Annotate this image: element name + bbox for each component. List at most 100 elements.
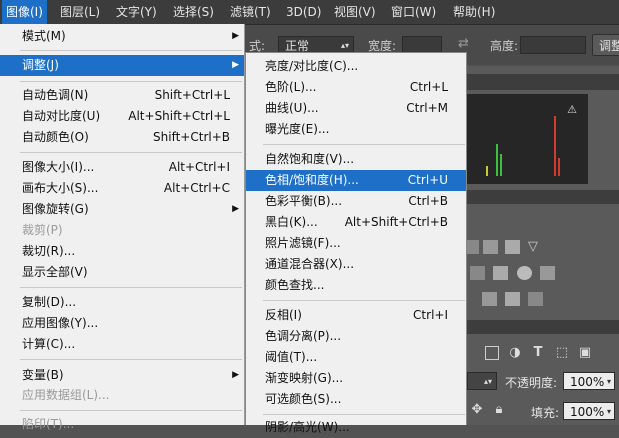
blend-mode-select[interactable]: ▴▾: [467, 372, 497, 390]
menu-item-image-size[interactable]: 图像大小(I)... Alt+Ctrl+I: [0, 157, 244, 178]
submenu-item-hue-saturation[interactable]: 色相/饱和度(H)... Ctrl+U: [246, 170, 466, 191]
menu-item-shortcut: Ctrl+B: [408, 194, 448, 208]
menu-separator: [20, 287, 242, 288]
hue-saturation-icon[interactable]: [470, 266, 485, 280]
exposure-icon[interactable]: [505, 240, 520, 254]
opacity-value: 100%: [570, 375, 605, 389]
menu-item-shortcut: Ctrl+U: [407, 173, 448, 187]
fill-field[interactable]: 100% ▾: [563, 402, 615, 420]
menu-type[interactable]: 文字(Y): [112, 0, 161, 24]
submenu-item-channel-mixer[interactable]: 通道混合器(X)...: [246, 254, 466, 275]
submenu-item-levels[interactable]: 色阶(L)... Ctrl+L: [246, 77, 466, 98]
menu-layer[interactable]: 图层(L): [56, 0, 104, 24]
submenu-item-photo-filter[interactable]: 照片滤镜(F)...: [246, 233, 466, 254]
lock-position-icon[interactable]: ✥: [470, 403, 484, 417]
menu-item-duplicate[interactable]: 复制(D)...: [0, 292, 244, 313]
menu-item-label: 阈值(T)...: [265, 350, 318, 364]
menu-item-label: 阴影/高光(W)...: [265, 420, 350, 434]
submenu-item-gradient-map[interactable]: 渐变映射(G)...: [246, 368, 466, 389]
menu-item-label: 应用数据组(L)...: [22, 388, 110, 402]
submenu-item-posterize[interactable]: 色调分离(P)...: [246, 326, 466, 347]
menu-item-label: 曝光度(E)...: [265, 122, 330, 136]
color-lookup-icon[interactable]: [540, 266, 555, 280]
menu-item-reveal-all[interactable]: 显示全部(V): [0, 262, 244, 283]
menu-item-label: 曲线(U)...: [265, 101, 319, 115]
lock-all-icon[interactable]: 🔒︎: [492, 403, 506, 417]
warning-icon[interactable]: ⚠: [566, 104, 578, 116]
menu-item-label: 黑白(K)...: [265, 215, 318, 229]
menu-item-label: 可选颜色(S)...: [265, 392, 342, 406]
menu-item-shortcut: Alt+Shift+Ctrl+B: [344, 215, 448, 229]
opacity-field[interactable]: 100% ▾: [563, 372, 615, 390]
submenu-item-invert[interactable]: 反相(I) Ctrl+I: [246, 305, 466, 326]
menu-filter[interactable]: 滤镜(T): [226, 0, 275, 24]
posterize-icon[interactable]: [482, 292, 497, 306]
submenu-item-brightness-contrast[interactable]: 亮度/对比度(C)...: [246, 56, 466, 77]
menu-item-apply-data-set: 应用数据组(L)...: [0, 385, 244, 406]
menu-item-auto-color[interactable]: 自动颜色(O) Shift+Ctrl+B: [0, 127, 244, 148]
menu-item-calculations[interactable]: 计算(C)...: [0, 334, 244, 355]
menu-item-shortcut: Shift+Ctrl+B: [153, 130, 230, 144]
submenu-item-threshold[interactable]: 阈值(T)...: [246, 347, 466, 368]
menu-item-label: 图像大小(I)...: [22, 160, 95, 174]
smart-object-filter-icon[interactable]: ▣: [578, 346, 592, 360]
menu-item-canvas-size[interactable]: 画布大小(S)... Alt+Ctrl+C: [0, 178, 244, 199]
threshold-icon[interactable]: [505, 292, 520, 306]
menu-item-label: 计算(C)...: [22, 337, 76, 351]
menu-item-label: 色调分离(P)...: [265, 329, 342, 343]
menu-help[interactable]: 帮助(H): [449, 0, 499, 24]
menu-item-auto-tone[interactable]: 自动色调(N) Shift+Ctrl+L: [0, 85, 244, 106]
menu-window[interactable]: 窗口(W): [387, 0, 440, 24]
vibrance-icon[interactable]: ▽: [528, 240, 543, 254]
submenu-item-color-balance[interactable]: 色彩平衡(B)... Ctrl+B: [246, 191, 466, 212]
color-balance-icon[interactable]: [493, 266, 508, 280]
type-filter-icon[interactable]: T: [531, 346, 545, 360]
submenu-item-color-lookup[interactable]: 颜色查找...: [246, 275, 466, 296]
menu-3d[interactable]: 3D(D): [282, 0, 325, 24]
adjustment-filter-icon[interactable]: ◑: [508, 346, 522, 360]
opacity-label: 不透明度:: [505, 376, 558, 390]
menu-item-shortcut: Alt+Ctrl+I: [168, 160, 230, 174]
menu-item-trim[interactable]: 裁切(R)...: [0, 241, 244, 262]
menu-item-shortcut: Alt+Shift+Ctrl+L: [128, 109, 230, 123]
menu-select[interactable]: 选择(S): [169, 0, 218, 24]
menu-item-label: 渐变映射(G)...: [265, 371, 344, 385]
adjust-edge-button[interactable]: 调整: [592, 34, 619, 56]
adjustments-submenu: 亮度/对比度(C)... 色阶(L)... Ctrl+L 曲线(U)... Ct…: [245, 52, 467, 434]
menu-item-label: 色彩平衡(B)...: [265, 194, 343, 208]
submenu-item-vibrance[interactable]: 自然饱和度(V)...: [246, 149, 466, 170]
menu-item-adjustments[interactable]: 调整(J) ▶: [0, 55, 244, 76]
menu-image[interactable]: 图像(I): [2, 0, 47, 24]
menu-item-label: 裁切(R)...: [22, 244, 76, 258]
menu-separator: [263, 144, 465, 145]
submenu-item-shadows-highlights[interactable]: 阴影/高光(W)...: [246, 417, 466, 438]
menu-item-mode[interactable]: 模式(M) ▶: [0, 26, 244, 47]
submenu-arrow-icon: ▶: [232, 60, 239, 70]
submenu-item-black-white[interactable]: 黑白(K)... Alt+Shift+Ctrl+B: [246, 212, 466, 233]
height-field[interactable]: [520, 36, 586, 54]
submenu-arrow-icon: ▶: [232, 31, 239, 41]
curves-icon[interactable]: [483, 240, 498, 254]
menu-item-label: 画布大小(S)...: [22, 181, 99, 195]
menu-item-label: 裁剪(P): [22, 223, 63, 237]
shape-filter-icon[interactable]: ⬚: [555, 346, 569, 360]
menu-item-image-rotation[interactable]: 图像旋转(G) ▶: [0, 199, 244, 220]
submenu-item-selective-color[interactable]: 可选颜色(S)...: [246, 389, 466, 410]
menu-item-label: 显示全部(V): [22, 265, 88, 279]
menu-item-label: 应用图像(Y)...: [22, 316, 99, 330]
submenu-arrow-icon: ▶: [232, 370, 239, 380]
gradient-map-icon[interactable]: [528, 292, 543, 306]
menu-item-apply-image[interactable]: 应用图像(Y)...: [0, 313, 244, 334]
menu-item-auto-contrast[interactable]: 自动对比度(U) Alt+Shift+Ctrl+L: [0, 106, 244, 127]
pixel-filter-icon[interactable]: [485, 346, 499, 360]
submenu-item-curves[interactable]: 曲线(U)... Ctrl+M: [246, 98, 466, 119]
menu-item-label: 照片滤镜(F)...: [265, 236, 341, 250]
swap-icon[interactable]: ⇄: [458, 36, 469, 51]
menu-item-variables[interactable]: 变量(B) ▶: [0, 365, 244, 386]
menu-item-label: 自动对比度(U): [22, 109, 101, 123]
menu-item-shortcut: Ctrl+I: [413, 308, 448, 322]
submenu-item-exposure[interactable]: 曝光度(E)...: [246, 119, 466, 140]
menu-item-label: 自然饱和度(V)...: [265, 152, 355, 166]
menu-view[interactable]: 视图(V): [330, 0, 380, 24]
photo-filter-icon[interactable]: [517, 266, 532, 280]
